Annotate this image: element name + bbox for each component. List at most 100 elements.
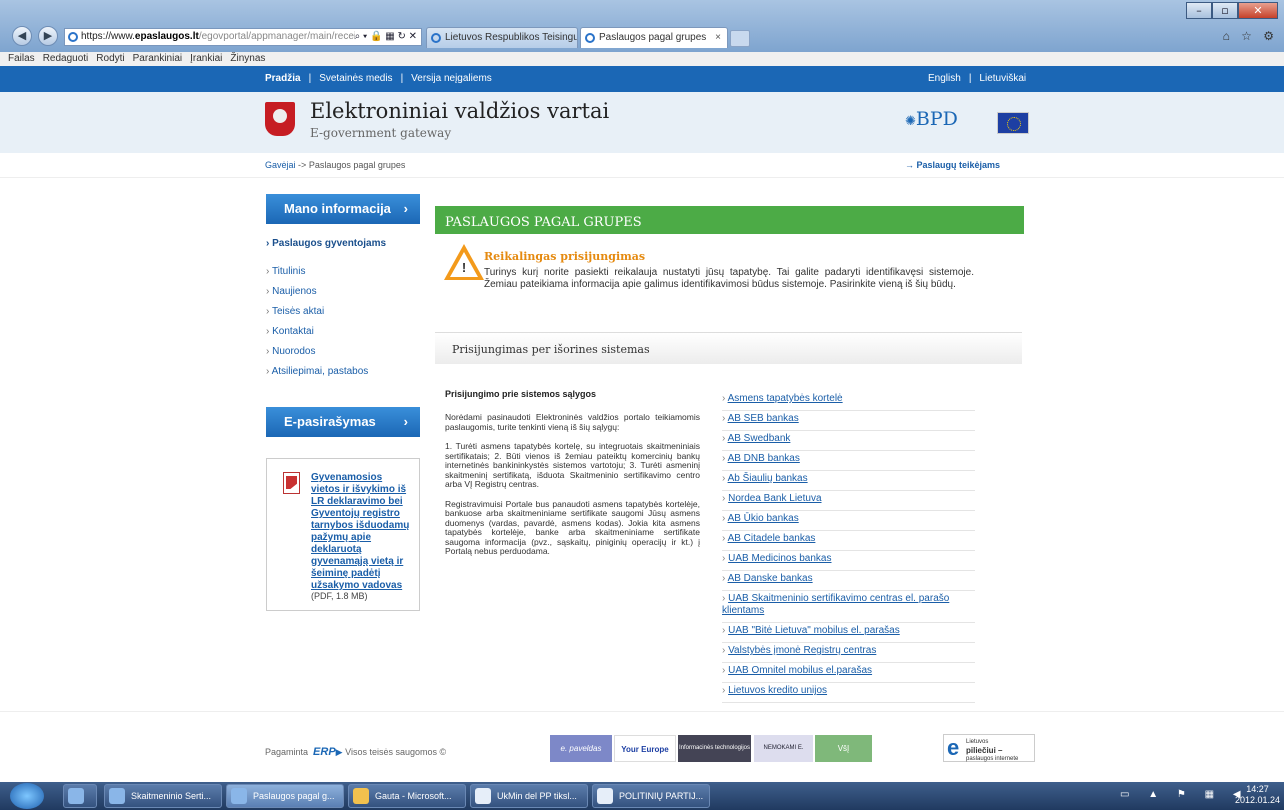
bank-link[interactable]: UAB Omnitel mobilus el.parašas (728, 665, 872, 676)
list-item[interactable]: UAB "Bitė Lietuva" mobilus el. parašas (722, 623, 975, 643)
banner-vsi[interactable]: VšĮ (815, 735, 872, 762)
address-bar[interactable]: https://www.epaslaugos.lt/egovportal/app… (64, 28, 422, 46)
bank-link[interactable]: Asmens tapatybės kortelė (728, 393, 843, 404)
lang-lithuanian-link[interactable]: Lietuviškai (979, 73, 1026, 84)
bank-link[interactable]: Ab Šiaulių bankas (728, 473, 808, 484)
new-tab-button[interactable] (730, 30, 750, 47)
banner-e-kursai[interactable]: NEMOKAMI E. KURSAI (754, 735, 813, 762)
separator: | (308, 73, 312, 84)
pdf-icon[interactable] (283, 472, 300, 494)
list-item[interactable]: UAB Skaitmeninio sertifikavimo centras e… (722, 591, 975, 623)
nav-accessible-link[interactable]: Versija neįgaliems (411, 73, 492, 84)
bank-link[interactable]: Nordea Bank Lietuva (728, 493, 821, 504)
bank-link[interactable]: AB DNB bankas (728, 453, 800, 464)
chevron-right-icon: › (403, 414, 408, 429)
forward-button[interactable]: ▶ (38, 26, 58, 46)
made-by-label: Pagaminta (265, 747, 309, 757)
document-link[interactable]: Gyvenamosios vietos ir išvykimo iš LR de… (311, 472, 409, 591)
sidebar-item-titulinis[interactable]: Titulinis (266, 266, 368, 286)
sidebar-item-kontaktai[interactable]: Kontaktai (266, 326, 368, 346)
list-item[interactable]: AB DNB bankas (722, 451, 975, 471)
lang-english-link[interactable]: English (928, 73, 961, 84)
taskbar-item[interactable]: Skaitmeninio Serti... (104, 784, 222, 808)
epilieciui-banner[interactable]: e Lietuvos piliečiui – paslaugos interne… (943, 734, 1035, 762)
bpd-star-icon: ✺ (905, 114, 916, 129)
list-item[interactable]: Asmens tapatybės kortelė (722, 391, 975, 411)
close-tab-icon[interactable]: × (715, 28, 721, 47)
bank-link[interactable]: AB Ūkio bankas (728, 513, 799, 524)
sidebar-item-naujienos[interactable]: Naujienos (266, 286, 368, 306)
clock[interactable]: 14:27 2012.01.24 (1235, 784, 1280, 806)
separator: | (968, 73, 972, 84)
lithuania-crest-logo[interactable] (265, 102, 295, 136)
taskbar-item[interactable]: Gauta - Microsoft... (348, 784, 466, 808)
conditions-paragraph: Norėdami pasinaudoti Elektroninės valdži… (445, 412, 700, 432)
list-item[interactable]: AB SEB bankas (722, 411, 975, 431)
bank-link[interactable]: UAB Medicinos bankas (728, 553, 831, 564)
breadcrumb-root-link[interactable]: Gavėjai (265, 160, 296, 170)
sidebar-item-active[interactable]: › Paslaugos gyventojams (266, 238, 386, 249)
bank-link[interactable]: UAB "Bitė Lietuva" mobilus el. parašas (728, 625, 900, 636)
bank-link[interactable]: AB Citadele bankas (728, 533, 816, 544)
maximize-button[interactable]: ▫ (1212, 2, 1238, 19)
bank-link[interactable]: UAB Skaitmeninio sertifikavimo centras e… (722, 593, 949, 616)
erp-logo[interactable]: ERP (313, 746, 336, 758)
list-item[interactable]: UAB Medicinos bankas (722, 551, 975, 571)
list-item[interactable]: Lietuvos kredito unijos (722, 683, 975, 703)
list-item[interactable]: AB Swedbank (722, 431, 975, 451)
mano-informacija-button[interactable]: Mano informacija › (266, 194, 420, 224)
list-item[interactable]: Ab Šiaulių bankas (722, 471, 975, 491)
menu-tools[interactable]: Įrankiai (190, 52, 222, 66)
bank-link[interactable]: AB Swedbank (728, 433, 791, 444)
home-favorites-tools-icons[interactable]: ⌂ ☆ ⚙ (1223, 29, 1278, 43)
banner-your-europe[interactable]: Your Europe (614, 735, 676, 762)
system-tray-icons[interactable]: ▭ ▲ ⚑ ▦ ◀ (1120, 789, 1249, 800)
bank-link[interactable]: AB Danske bankas (728, 573, 813, 584)
sidebar-item-teises-aktai[interactable]: Teisės aktai (266, 306, 368, 326)
divider (0, 177, 1284, 178)
list-item[interactable]: UAB Omnitel mobilus el.parašas (722, 663, 975, 683)
clock-time: 14:27 (1246, 784, 1269, 794)
tab-lietuvos-respublikos[interactable]: Lietuvos Respublikos Teisingu... (426, 27, 578, 48)
nav-sitemap-link[interactable]: Svetainės medis (319, 73, 392, 84)
list-item[interactable]: AB Citadele bankas (722, 531, 975, 551)
e-pasirasymas-button[interactable]: E-pasirašymas › (266, 407, 420, 437)
banner-it[interactable]: Informacinės technologijos (678, 735, 751, 762)
explorer-taskbar-icon[interactable] (63, 784, 97, 808)
start-button[interactable] (10, 783, 44, 809)
sidebar-item-nuorodos[interactable]: Nuorodos (266, 346, 368, 366)
menu-file[interactable]: Failas (8, 52, 35, 66)
list-item[interactable]: Valstybės įmonė Registrų centras (722, 643, 975, 663)
list-item[interactable]: AB Ūkio bankas (722, 511, 975, 531)
bpd-logo: ✺BPD (905, 108, 958, 130)
site-header: Elektroniniai valdžios vartai E-governme… (0, 92, 1284, 153)
warning-exclamation: ! (461, 260, 467, 275)
bank-link[interactable]: Lietuvos kredito unijos (728, 685, 827, 696)
url-path: /egovportal/appmanager/main/recei (198, 31, 357, 42)
providers-link[interactable]: → Paslaugų teikėjams (905, 160, 1000, 170)
menu-bar: Failas Redaguoti Rodyti Parankiniai Įran… (0, 52, 1284, 66)
list-item[interactable]: Nordea Bank Lietuva (722, 491, 975, 511)
menu-help[interactable]: Žinynas (230, 52, 265, 66)
sidebar-item-atsiliepimai[interactable]: Atsiliepimai, pastabos (266, 366, 369, 386)
back-button[interactable]: ◀ (12, 26, 32, 46)
site-title[interactable]: Elektroniniai valdžios vartai (310, 99, 609, 123)
list-item[interactable]: AB Danske bankas (722, 571, 975, 591)
tab-paslaugos[interactable]: Paslaugos pagal grupes × (580, 27, 728, 48)
address-tools-icons[interactable]: ⌕ ▾ 🔒 ▦ ↻ ✕ (354, 29, 417, 45)
bank-link[interactable]: Valstybės įmonė Registrų centras (728, 645, 876, 656)
nav-home-link[interactable]: Pradžia (265, 73, 301, 84)
menu-view[interactable]: Rodyti (96, 52, 124, 66)
menu-edit[interactable]: Redaguoti (43, 52, 89, 66)
bank-link[interactable]: AB SEB bankas (728, 413, 799, 424)
windows-taskbar: Skaitmeninio Serti... Paslaugos pagal g.… (0, 782, 1284, 810)
taskbar-item[interactable]: POLITINIŲ PARTIJ... (592, 784, 710, 808)
banner-e-paveldas[interactable]: e. paveldas (550, 735, 612, 762)
taskbar-label: Gauta - Microsoft... (375, 791, 452, 801)
menu-favorites[interactable]: Parankiniai (133, 52, 182, 66)
word-icon (475, 788, 491, 804)
taskbar-item[interactable]: Paslaugos pagal g... (226, 784, 344, 808)
minimize-button[interactable]: – (1186, 2, 1212, 19)
close-window-button[interactable]: ✕ (1238, 2, 1278, 19)
taskbar-item[interactable]: UkMin del PP tiksl... (470, 784, 588, 808)
